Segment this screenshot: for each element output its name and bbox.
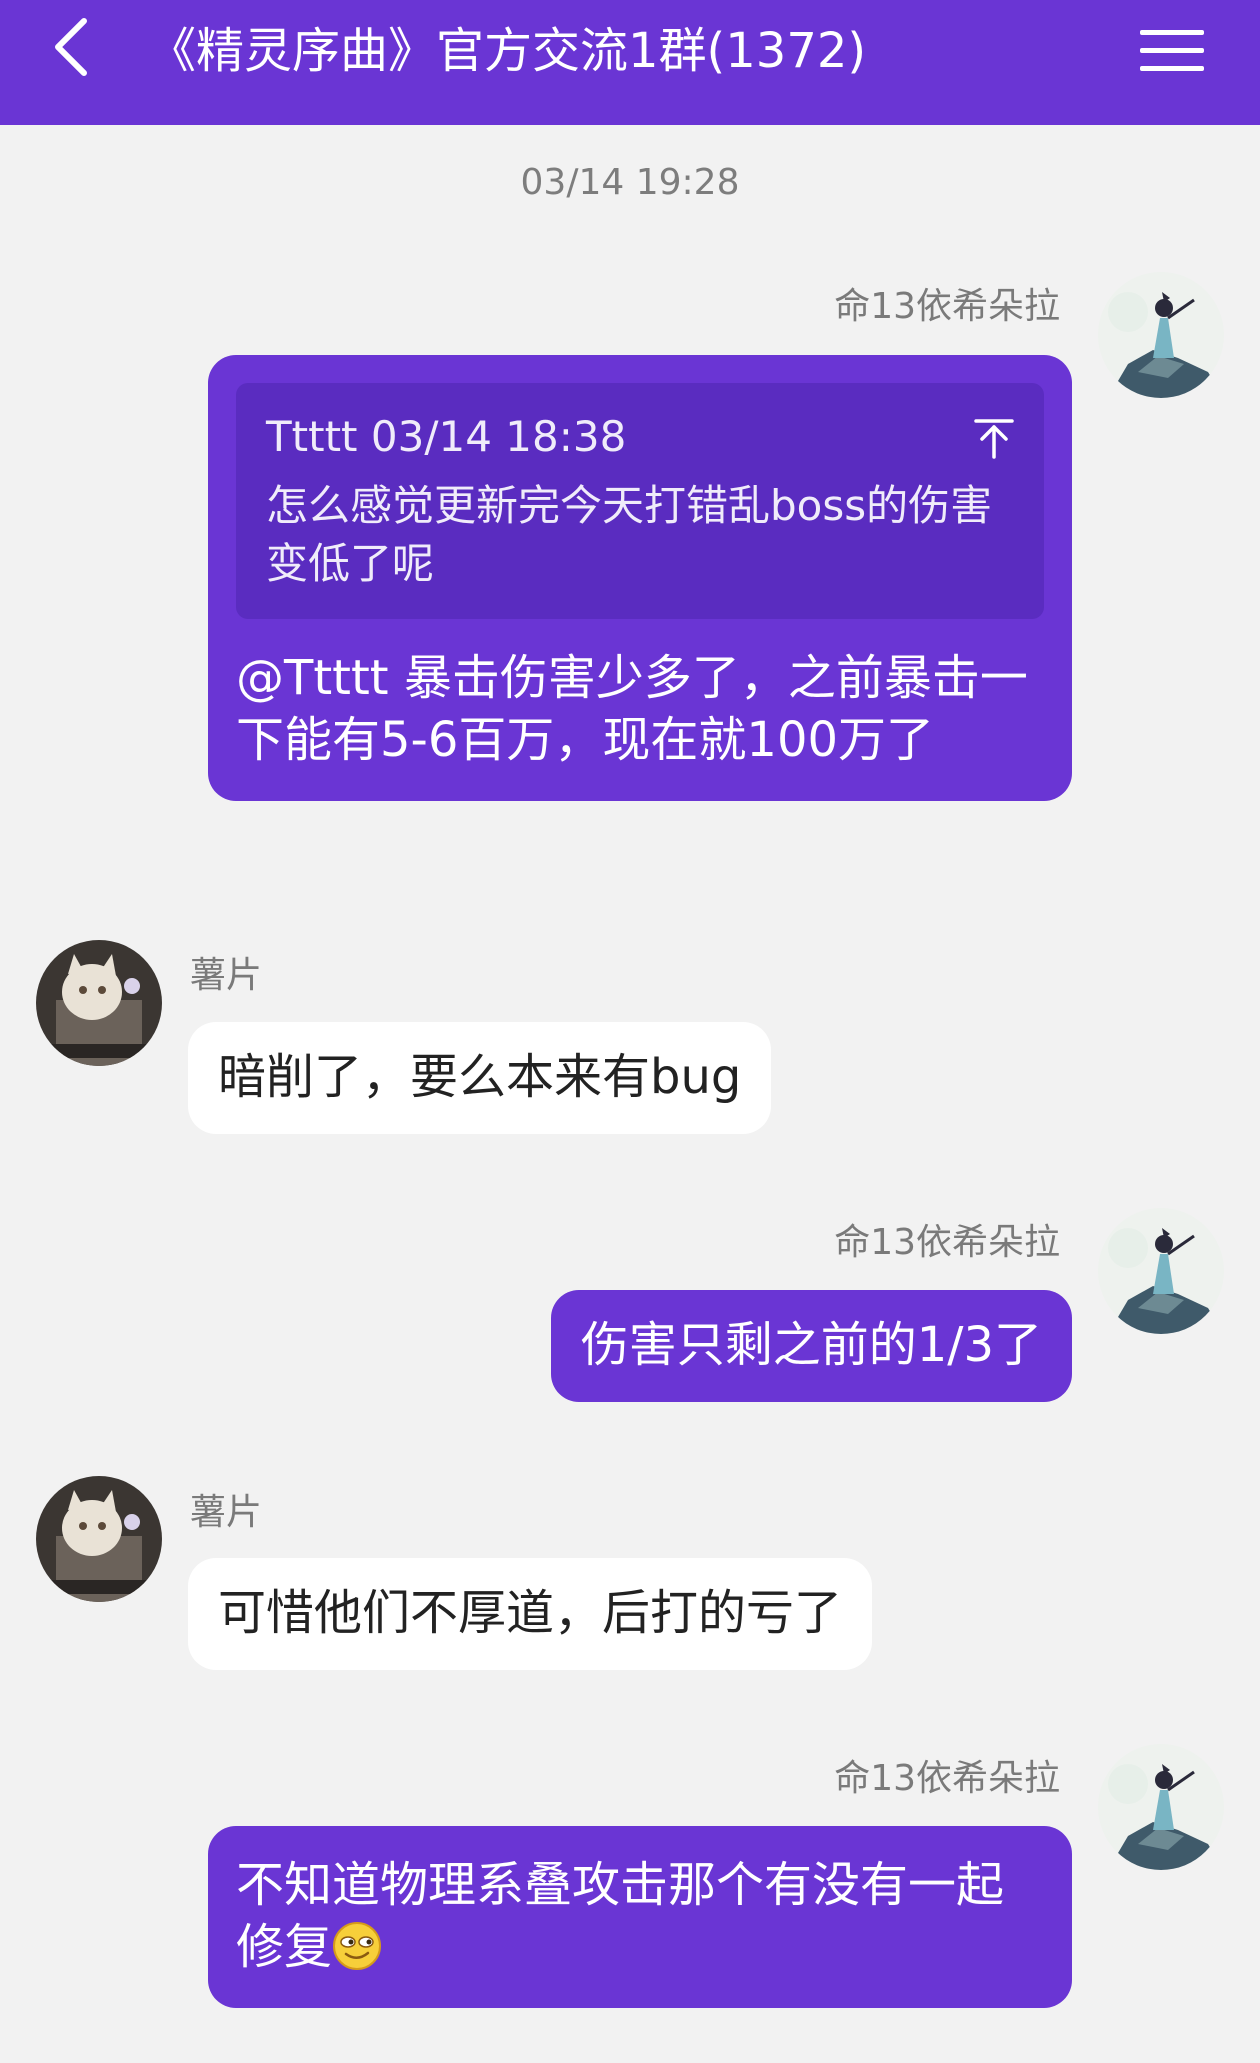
quote-header: Ttttt 03/14 18:38 (266, 412, 627, 461)
hamburger-line (1140, 65, 1204, 71)
sender-name: 薯片 (190, 1492, 263, 1533)
sender-name: 命13依希朵拉 (834, 286, 1060, 327)
message-bubble-other[interactable]: 可惜他们不厚道，后打的亏了 (188, 1558, 873, 1670)
chat-header: 《精灵序曲》官方交流1群(1372) (0, 0, 1260, 125)
sender-name: 命13依希朵拉 (834, 1758, 1060, 1799)
girl-on-rock-avatar-icon (1098, 1744, 1224, 1870)
message-text: 可惜他们不厚道，后打的亏了 (218, 1585, 843, 1641)
hamburger-line (1140, 47, 1204, 53)
sender-name: 薯片 (190, 955, 263, 996)
girl-on-rock-avatar-icon (1098, 1208, 1224, 1334)
avatar[interactable] (36, 940, 162, 1066)
message-text: 暗削了，要么本来有bug (218, 1049, 742, 1105)
message-text: 伤害只剩之前的1/3了 (580, 1317, 1042, 1373)
avatar[interactable] (1098, 272, 1224, 398)
cat-in-bin-avatar-icon (36, 1476, 162, 1602)
jump-to-top-icon[interactable] (972, 417, 1016, 461)
quoted-message[interactable]: Ttttt 03/14 18:38 怎么感觉更新完今天打错乱boss的伤害变低了… (236, 383, 1044, 619)
chat-title: 《精灵序曲》官方交流1群(1372) (148, 23, 867, 79)
hamburger-menu-icon (1140, 29, 1204, 35)
message-bubble-self[interactable]: 伤害只剩之前的1/3了 (550, 1290, 1072, 1402)
cat-in-bin-avatar-icon (36, 940, 162, 1066)
menu-button[interactable] (1140, 18, 1204, 82)
avatar[interactable] (36, 1476, 162, 1602)
message-bubble-other[interactable]: 暗削了，要么本来有bug (188, 1022, 772, 1134)
girl-on-rock-avatar-icon (1098, 272, 1224, 398)
message-bubble-self[interactable]: 不知道物理系叠攻击那个有没有一起修复 (208, 1826, 1072, 2008)
avatar[interactable] (1098, 1744, 1224, 1870)
chevron-left-icon (55, 18, 87, 76)
smug-face-emoji-icon (333, 1922, 382, 1970)
quote-text: 怎么感觉更新完今天打错乱boss的伤害变低了呢 (266, 481, 993, 588)
sender-name: 命13依希朵拉 (834, 1222, 1060, 1263)
avatar[interactable] (1098, 1208, 1224, 1334)
message-text: @Ttttt 暴击伤害少多了，之前暴击一下能有5-6百万，现在就100万了 (236, 650, 1028, 768)
message-timestamp: 03/14 19:28 (520, 162, 740, 203)
message-bubble-self[interactable]: Ttttt 03/14 18:38 怎么感觉更新完今天打错乱boss的伤害变低了… (208, 355, 1072, 801)
back-button[interactable] (40, 12, 100, 82)
